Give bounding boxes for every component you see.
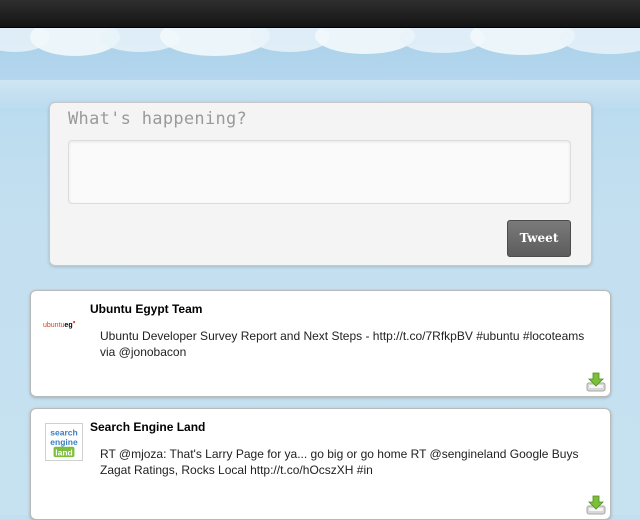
tweet-author[interactable]: Search Engine Land [90, 420, 205, 434]
download-arrow-icon[interactable] [586, 372, 606, 392]
composer-prompt: What's happening? [68, 109, 248, 129]
cloud [470, 28, 575, 55]
tweet-text: RT @mjoza: That's Larry Page for ya... g… [100, 447, 579, 477]
tweet-button[interactable]: Tweet [507, 220, 571, 257]
tweet-input[interactable] [68, 140, 571, 204]
tweet-card: search engine land Search Engine Land RT… [30, 408, 611, 520]
search-engine-land-avatar[interactable]: search engine land [45, 423, 83, 461]
download-arrow-icon[interactable] [586, 495, 606, 515]
avatar-logo-text: ubuntueg● [43, 320, 76, 330]
tweet-text: Ubuntu Developer Survey Report and Next … [100, 329, 585, 359]
cloud [560, 28, 640, 54]
svg-text:search: search [50, 427, 77, 437]
tweet-card: ubuntueg● Ubuntu Egypt Team Ubuntu Devel… [30, 290, 611, 397]
top-bar [0, 0, 640, 28]
tweet-author[interactable]: Ubuntu Egypt Team [90, 302, 202, 316]
tweet-composer: What's happening? Tweet [49, 102, 592, 266]
svg-text:land: land [55, 447, 73, 457]
svg-text:engine: engine [50, 437, 78, 447]
ubuntu-egypt-avatar[interactable]: ubuntueg● [43, 313, 87, 333]
